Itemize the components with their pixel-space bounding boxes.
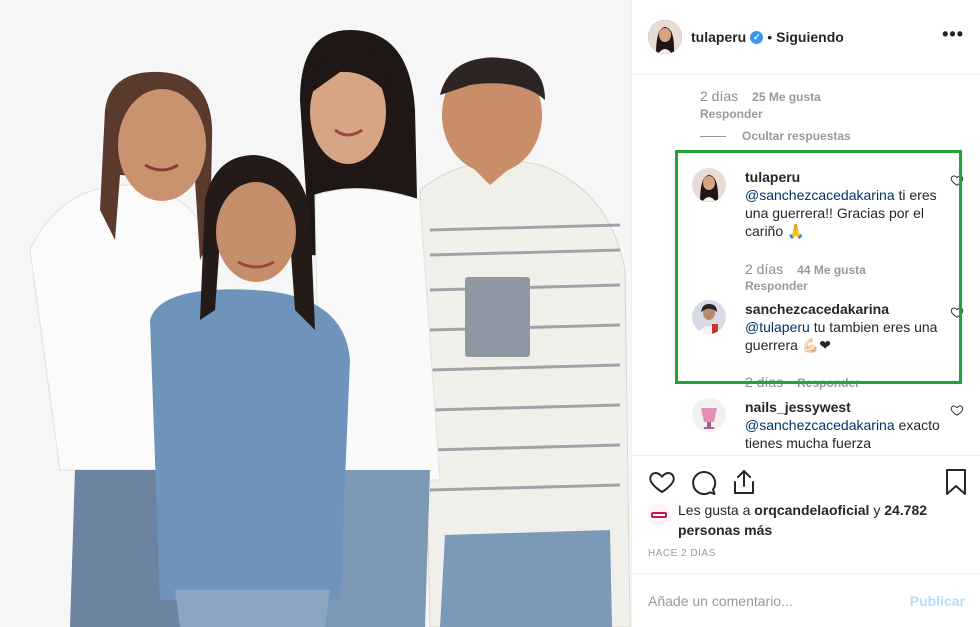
hide-replies-button[interactable]: Ocultar respuestas [700, 129, 851, 143]
comment-avatar[interactable] [692, 300, 726, 334]
comment-likes[interactable]: Responder [797, 376, 860, 390]
comment-body: tulaperu @sanchezcacedakarina ti eres un… [745, 168, 951, 240]
comment-avatar[interactable] [692, 398, 726, 432]
more-options-icon[interactable]: ••• [942, 24, 964, 45]
author-avatar[interactable] [648, 20, 682, 54]
likes-prefix: Les gusta a [678, 502, 755, 518]
author-username[interactable]: tulaperu [691, 29, 746, 45]
post-photo[interactable] [0, 0, 631, 627]
post-side-panel: tulaperu ✓ • Siguiendo ••• 2 días 25 Me … [631, 0, 980, 627]
follow-status-button[interactable]: Siguiendo [776, 29, 844, 45]
comment-likes[interactable]: 44 Me gusta [797, 263, 866, 277]
share-icon[interactable] [730, 468, 758, 496]
comment-mention[interactable]: @sanchezcacedakarina [745, 417, 895, 433]
publish-button[interactable]: Publicar [910, 593, 965, 609]
family-photo-illustration [0, 0, 631, 627]
post-header: tulaperu ✓ • Siguiendo ••• [632, 0, 980, 75]
likes-middle: y [869, 502, 885, 518]
prev-comment-meta: 2 días 25 Me gusta [700, 88, 821, 104]
add-comment-bar: Publicar [632, 573, 980, 627]
verified-badge-icon: ✓ [750, 30, 764, 44]
likes-text: Les gusta a orqcandelaoficial y 24.782 p… [678, 500, 968, 540]
post-timestamp[interactable]: HACE 2 DÍAS [648, 548, 716, 559]
comment-like-heart-icon[interactable] [950, 173, 964, 187]
comment-body: nails_jessywest @sanchezcacedakarina exa… [745, 398, 951, 452]
hide-replies-label: Ocultar respuestas [742, 129, 851, 143]
hide-replies-line [700, 135, 726, 137]
header-separator: • [767, 29, 773, 45]
liker-username[interactable]: orqcandelaoficial [754, 502, 869, 518]
comment-time[interactable]: 2 días [700, 88, 738, 104]
comment-likes[interactable]: 25 Me gusta [752, 90, 821, 104]
comment-username[interactable]: tulaperu [745, 168, 951, 186]
comment-meta: 2 días Responder [745, 374, 860, 390]
reply-button[interactable]: Responder [700, 107, 763, 121]
comment-mention[interactable]: @tulaperu [745, 319, 810, 335]
comment-username[interactable]: sanchezcacedakarina [745, 300, 951, 318]
comment-item: sanchezcacedakarina @tulaperu tu tambien… [692, 300, 972, 354]
comment-avatar[interactable] [692, 168, 726, 202]
comment-item: tulaperu @sanchezcacedakarina ti eres un… [692, 168, 972, 240]
comment-mention[interactable]: @sanchezcacedakarina [745, 187, 895, 203]
comment-time[interactable]: 2 días [745, 374, 783, 390]
reply-button[interactable]: Responder [745, 279, 808, 293]
comment-time[interactable]: 2 días [745, 261, 783, 277]
comment-username[interactable]: nails_jessywest [745, 398, 951, 416]
comment-like-heart-icon[interactable] [950, 403, 964, 417]
comment-item: nails_jessywest @sanchezcacedakarina exa… [692, 398, 972, 452]
comment-meta: 2 días 44 Me gusta [745, 261, 866, 277]
comment-like-heart-icon[interactable] [950, 305, 964, 319]
post-actions-bar [632, 455, 980, 499]
liker-avatar[interactable] [648, 504, 670, 526]
likes-summary: Les gusta a orqcandelaoficial y 24.782 p… [648, 500, 968, 540]
bookmark-icon[interactable] [942, 468, 970, 496]
comment-input[interactable] [648, 592, 900, 609]
heart-icon[interactable] [648, 468, 676, 496]
comment-icon[interactable] [689, 468, 717, 496]
comments-list[interactable]: 2 días 25 Me gusta Responder Ocultar res… [632, 76, 980, 454]
comment-body: sanchezcacedakarina @tulaperu tu tambien… [745, 300, 951, 354]
